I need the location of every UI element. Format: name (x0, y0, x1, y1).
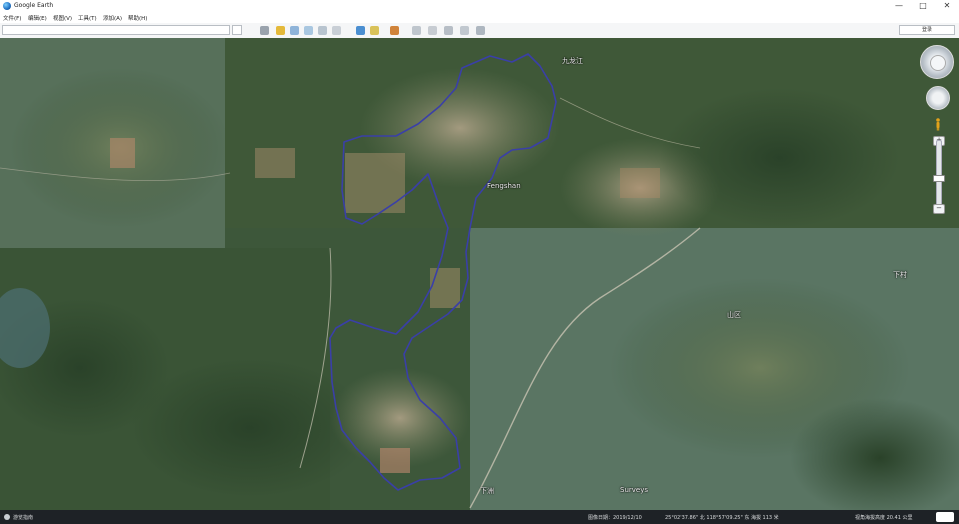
polygon-icon[interactable] (290, 26, 299, 35)
map-label-center[interactable]: Fengshan (487, 182, 521, 190)
window-title: Google Earth (14, 2, 54, 9)
view-in-maps-icon[interactable] (476, 26, 485, 35)
record-tour-icon[interactable] (332, 26, 341, 35)
map-label-bottom[interactable]: 下洲 (480, 486, 494, 496)
ruler-icon[interactable] (412, 26, 421, 35)
menu-view[interactable]: 视图(V) (53, 14, 72, 22)
historical-imagery-icon[interactable] (356, 26, 365, 35)
search-icon[interactable] (232, 25, 242, 35)
image-overlay-icon[interactable] (318, 26, 327, 35)
close-button[interactable]: ✕ (935, 0, 959, 12)
email-icon[interactable] (428, 26, 437, 35)
compass-navigation-icon[interactable] (920, 45, 954, 79)
menu-add[interactable]: 添加(A) (103, 14, 122, 22)
satellite-imagery (0, 38, 959, 510)
hide-sidebar-icon[interactable] (260, 26, 269, 35)
status-bar: 游览指南 图像日期：2019/12/10 25°02'37.86" 北 118°… (0, 510, 959, 524)
menu-file[interactable]: 文件(F) (3, 14, 21, 22)
map-label-mid-right[interactable]: 山区 (727, 310, 741, 320)
menu-edit[interactable]: 编辑(E) (28, 14, 47, 22)
zoom-slider-thumb[interactable] (933, 175, 945, 182)
path-icon[interactable] (304, 26, 313, 35)
look-joystick-icon[interactable] (926, 86, 950, 110)
planets-icon[interactable] (390, 26, 399, 35)
eye-altitude: 视角海拔高度 20.41 公里 (855, 515, 913, 521)
sign-in-button[interactable]: 登录 (899, 25, 955, 35)
search-input[interactable] (2, 25, 230, 35)
menu-tools[interactable]: 工具(T) (78, 14, 97, 22)
maximize-button[interactable]: □ (911, 0, 935, 12)
imagery-date: 图像日期：2019/12/10 (588, 515, 642, 521)
menu-help[interactable]: 帮助(H) (128, 14, 147, 22)
map-label-right[interactable]: 下村 (893, 270, 907, 280)
map-label-bottom-right[interactable]: Surveys (620, 486, 648, 494)
sun-icon[interactable] (370, 26, 379, 35)
tour-guide-icon[interactable] (4, 514, 10, 520)
menu-bar: 文件(F) 编辑(E) 视图(V) 工具(T) 添加(A) 帮助(H) (0, 12, 959, 23)
google-earth-logo-icon (3, 2, 11, 10)
print-icon[interactable] (444, 26, 453, 35)
google-logo-badge (936, 512, 954, 522)
placemark-icon[interactable] (276, 26, 285, 35)
minimize-button[interactable]: — (887, 0, 911, 12)
zoom-out-button[interactable]: − (933, 204, 945, 214)
street-view-pegman-icon[interactable] (935, 118, 941, 131)
save-image-icon[interactable] (460, 26, 469, 35)
toolbar: 登录 (0, 23, 959, 39)
tour-guide-label[interactable]: 游览指南 (13, 514, 33, 521)
coordinates-readout: 25°02'37.86" 北 118°57'09.25" 东 海拔 113 米 (665, 515, 779, 521)
map-viewport[interactable]: 九龙江 Fengshan 下村 山区 下洲 Surveys (0, 38, 959, 510)
map-label-top[interactable]: 九龙江 (562, 56, 583, 66)
